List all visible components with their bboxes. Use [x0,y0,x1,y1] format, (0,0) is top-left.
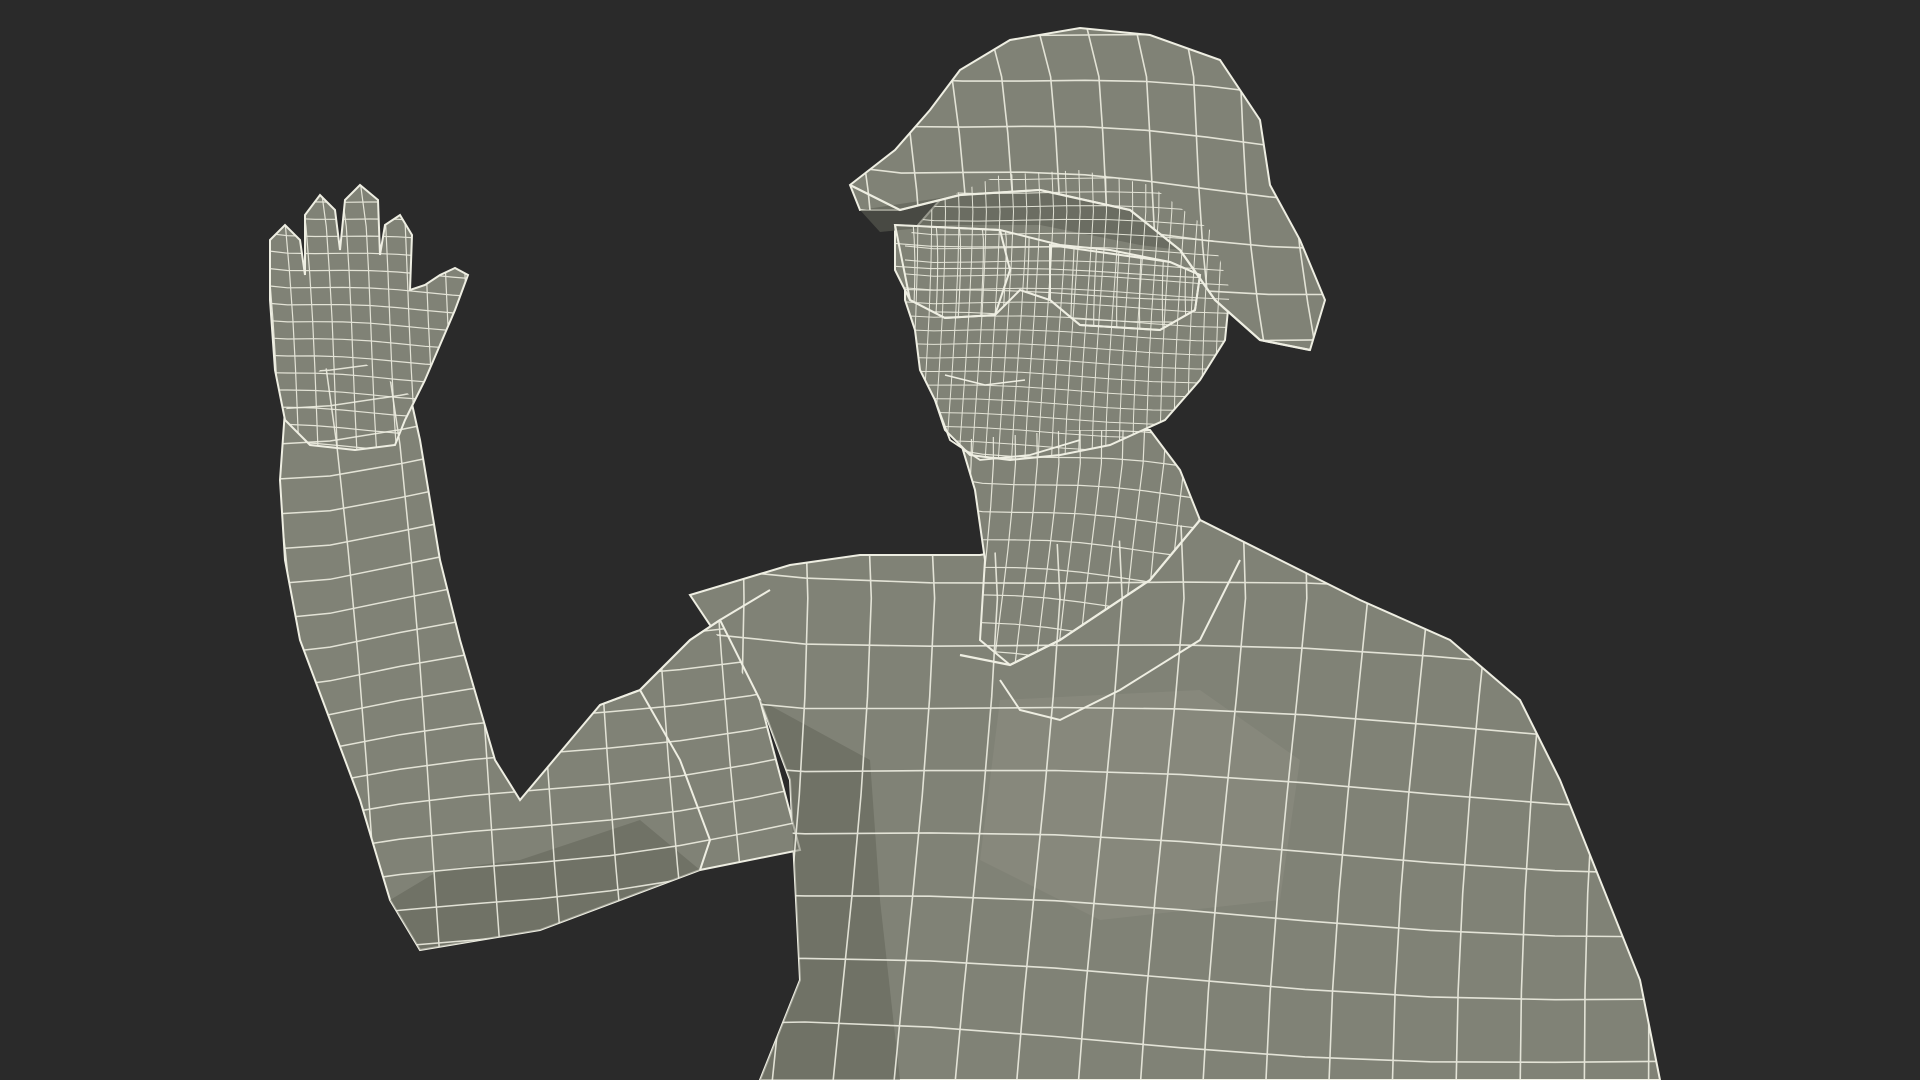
render-viewport [0,0,1920,1080]
wireframe-scene [0,0,1920,1080]
